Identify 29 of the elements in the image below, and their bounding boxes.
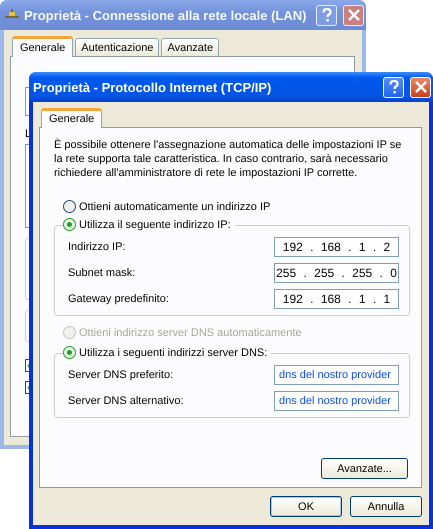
window-title: Proprietà - Protocollo Internet (TCP/IP)	[33, 80, 272, 94]
help-icon	[388, 80, 400, 94]
field-label: Subnet mask:	[68, 267, 136, 279]
radio-button[interactable]: Utilizza i seguenti indirizzi server DNS:	[63, 346, 272, 359]
input-field[interactable]: dns del nostro provider	[274, 391, 399, 411]
description-text: È possibile ottenere l'assegnazione automatica delle impostazioni IP se la rete supporta tale caratteristica. In caso contrario, sarà necessario richiedere all'amministratore di rete le impostazioni IP corrette.	[54, 138, 402, 180]
tab[interactable]: Generale	[41, 108, 102, 128]
input-field[interactable]: 255 . 255 . 255 . 0	[274, 263, 399, 283]
close-icon	[348, 9, 360, 21]
radio-circle[interactable]	[63, 218, 76, 231]
radio-circle[interactable]	[63, 200, 76, 213]
radio-button[interactable]: Utilizza il seguente indirizzo IP:	[63, 218, 235, 231]
tab[interactable]: Generale	[12, 36, 74, 57]
input-field[interactable]: 192 . 168 . 1 . 2	[274, 237, 399, 257]
ok-button[interactable]: OK	[270, 496, 342, 517]
help-icon	[320, 8, 332, 22]
field-label: Server DNS alternativo:	[68, 395, 184, 407]
input-field[interactable]: 192 . 168 . 1 . 1	[274, 289, 399, 309]
window-title: Proprietà - Connessione alla rete locale (LAN)	[24, 8, 308, 22]
input-field[interactable]: dns del nostro provider	[274, 365, 399, 385]
field-label: Server DNS preferito:	[68, 369, 174, 381]
radio-circle[interactable]	[63, 346, 76, 359]
field-label: Gateway predefinito:	[68, 293, 169, 305]
close-icon	[414, 81, 426, 93]
cancel-button[interactable]: Annulla	[350, 496, 422, 517]
tab[interactable]: Avanzate	[161, 38, 220, 56]
advanced-button[interactable]: Avanzate...	[321, 458, 408, 479]
field-label: Indirizzo IP:	[68, 241, 126, 253]
tab[interactable]: Autenticazione	[75, 38, 160, 56]
